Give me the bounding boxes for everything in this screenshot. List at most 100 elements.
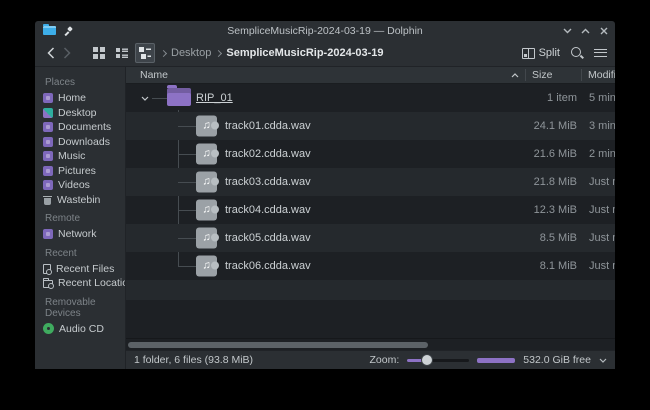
toolbar: Desktop SempliceMusicRip-2024-03-19 Spli… [35,40,615,67]
audio-file-icon[interactable]: ♫ [196,144,217,165]
split-view-icon [522,48,535,59]
column-modified[interactable]: Modified [581,69,615,81]
downloads-icon [43,137,53,147]
sidebar-item-desktop[interactable]: Desktop [35,106,125,121]
forward-button[interactable] [59,44,75,62]
scrollbar-thumb[interactable] [128,342,428,348]
chevron-right-icon [160,49,167,56]
sidebar-item-home[interactable]: Home [35,91,125,106]
folder-icon[interactable] [167,88,191,106]
compact-view-button[interactable] [112,43,132,63]
file-modified: Just now [581,204,615,216]
sidebar-item-videos[interactable]: Videos [35,178,125,193]
horizontal-scrollbar[interactable] [126,338,615,350]
split-label: Split [539,47,560,59]
sidebar-item-wastebin[interactable]: Wastebin [35,193,125,208]
audio-file-icon[interactable]: ♫ [196,228,217,249]
table-row[interactable]: ♫ track06.cdda.wav 8.1 MiB Just now [126,252,615,280]
pin-icon[interactable] [64,26,74,36]
zoom-slider-handle[interactable] [421,354,433,366]
file-size: 21.8 MiB [525,176,581,188]
file-size: 21.6 MiB [525,148,581,160]
maximize-button[interactable] [580,25,591,36]
sidebar-item-pictures[interactable]: Pictures [35,164,125,179]
details-view-button[interactable] [135,43,155,63]
file-size: 24.1 MiB [525,120,581,132]
audio-cd-icon [43,323,54,334]
videos-icon [43,180,53,190]
table-row[interactable]: ♫ track03.cdda.wav 21.8 MiB Just now [126,168,615,196]
places-panel: Places Home Desktop Documents Downloads [35,67,126,369]
breadcrumb: Desktop SempliceMusicRip-2024-03-19 [161,47,384,59]
section-places: Places [35,71,125,91]
collapse-expander-icon[interactable] [140,93,150,103]
file-modified: 2 minutes ago [581,148,615,160]
selection-summary: 1 folder, 6 files (93.8 MiB) [134,354,253,366]
sidebar-item-documents[interactable]: Documents [35,120,125,135]
audio-file-icon[interactable]: ♫ [196,116,217,137]
hamburger-menu-icon[interactable] [594,49,607,58]
sidebar-item-recent-files[interactable]: Recent Files [35,262,125,277]
dolphin-app-icon [43,26,56,35]
close-button[interactable] [598,25,609,36]
breadcrumb-desktop[interactable]: Desktop [171,47,211,59]
sort-ascending-icon [511,73,519,78]
recent-files-icon [43,264,51,274]
sidebar-item-network[interactable]: Network [35,227,125,242]
disk-usage-bar [477,358,515,363]
file-modified: Just now [581,260,615,272]
desktop-icon [43,108,53,118]
desktop-background: SempliceMusicRip-2024-03-19 — Dolphin [0,0,650,410]
split-button[interactable]: Split [522,47,560,59]
audio-file-icon[interactable]: ♫ [196,200,217,221]
documents-icon [43,122,53,132]
file-view: Name Size Modified [126,67,615,338]
file-size: 8.1 MiB [525,260,581,272]
sidebar-item-downloads[interactable]: Downloads [35,135,125,150]
network-icon [43,229,53,239]
table-row[interactable]: ♫ track05.cdda.wav 8.5 MiB Just now [126,224,615,252]
minimize-button[interactable] [562,25,573,36]
free-space-label: 532.0 GiB free [523,354,591,366]
section-recent: Recent [35,242,125,262]
file-modified: 3 minutes ago [581,120,615,132]
audio-file-icon[interactable]: ♫ [196,172,217,193]
section-remote: Remote [35,207,125,227]
breadcrumb-current[interactable]: SempliceMusicRip-2024-03-19 [226,47,383,59]
pictures-icon [43,166,53,176]
file-modified: Just now [581,176,615,188]
file-modified: Just now [581,232,615,244]
table-row[interactable]: ♫ track04.cdda.wav 12.3 MiB Just now [126,196,615,224]
file-size: 8.5 MiB [525,232,581,244]
folder-size: 1 item [525,92,581,104]
sidebar-item-music[interactable]: Music [35,149,125,164]
sidebar-item-audio-cd[interactable]: Audio CD [35,322,125,337]
zoom-label: Zoom: [370,354,400,366]
statusbar: 1 folder, 6 files (93.8 MiB) Zoom: 532.0… [126,350,615,369]
chevron-right-icon [215,49,222,56]
search-icon[interactable] [570,46,584,60]
zoom-slider[interactable] [407,359,469,362]
sidebar-item-recent-locations[interactable]: Recent Locations [35,276,125,291]
column-header: Name Size Modified [126,67,615,84]
view-mode-group [89,43,155,63]
icons-view-button[interactable] [89,43,109,63]
chevron-down-icon[interactable] [599,358,607,363]
table-row-folder[interactable]: RIP_01 1 item 5 minutes ago [126,84,615,112]
table-row[interactable]: ♫ track02.cdda.wav 21.6 MiB 2 minutes ag… [126,140,615,168]
recent-locations-icon [43,280,53,288]
file-size: 12.3 MiB [525,204,581,216]
section-removable-devices: Removable Devices [35,291,125,322]
dolphin-window: SempliceMusicRip-2024-03-19 — Dolphin [35,21,615,369]
audio-file-icon[interactable]: ♫ [196,256,217,277]
table-row[interactable]: ♫ track01.cdda.wav 24.1 MiB 3 minutes ag… [126,112,615,140]
back-button[interactable] [43,44,59,62]
home-icon [43,93,53,103]
column-name[interactable]: Name [126,69,525,81]
music-icon [43,151,53,161]
titlebar[interactable]: SempliceMusicRip-2024-03-19 — Dolphin [35,21,615,40]
window-title: SempliceMusicRip-2024-03-19 — Dolphin [35,25,615,37]
folder-modified: 5 minutes ago [581,92,615,104]
column-size[interactable]: Size [525,69,581,81]
trash-icon [43,195,52,205]
